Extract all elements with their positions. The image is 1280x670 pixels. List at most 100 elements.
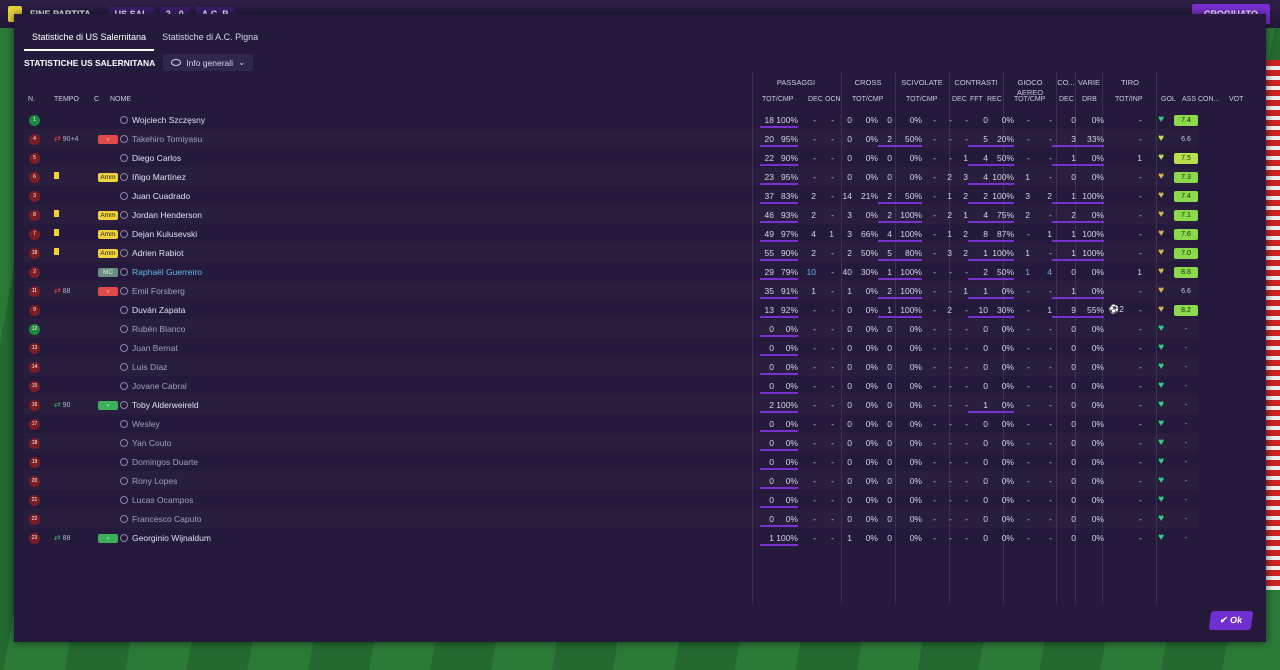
player-name[interactable]: Domingos Duarte	[132, 457, 198, 467]
player-name[interactable]: Dejan Kulusevski	[132, 229, 197, 239]
yellow-card-icon	[54, 210, 59, 217]
player-name[interactable]: Francesco Caputo	[132, 514, 201, 524]
shots-pct: 0%	[1091, 494, 1104, 505]
player-name[interactable]: Emil Forsberg	[132, 286, 185, 296]
table-row[interactable]: 13 Juan Bernat 0 0% - -0 0% 0 0% - - -0 0% - -0 0% - ♥ -	[24, 338, 1198, 357]
player-name[interactable]: Duván Zapata	[132, 305, 185, 315]
table-row[interactable]: 8 Amm Jordan Henderson 46 93% 2-3 0% 2 100% -2 1 4…	[24, 205, 1198, 224]
table-row[interactable]: 12 Rubén Blanco 0 0% - -0 0% 0 0% - - -0 0% - -0 0% - ♥ -	[24, 319, 1198, 338]
table-row[interactable]: 4 ⇄ 90+4 ‹ Takehiro Tomiyasu 20 95% - -0 0% 2 50% -…	[24, 129, 1198, 148]
player-name[interactable]: Raphaël Guerreiro	[132, 267, 202, 277]
goals: ⚽2	[1108, 304, 1124, 314]
cross-pct: 0%	[865, 133, 878, 144]
col-n[interactable]: N.	[28, 96, 35, 106]
table-row[interactable]: 7 Amm Dejan Kulusevski 49 97% 4 1 3 66% 4 100% -1 2…	[24, 224, 1198, 243]
minute: 90+4	[62, 136, 79, 143]
player-name[interactable]: Georginio Wijnaldum	[132, 533, 211, 543]
player-name[interactable]: Rony Lopes	[132, 476, 177, 486]
table-row[interactable]: 23 ⇄ 88 › Georginio Wijnaldum 1 100% - -1 0% 0 0% -…	[24, 528, 1198, 547]
player-name[interactable]: Toby Alderweireld	[132, 400, 199, 410]
match-rating: -	[1184, 363, 1188, 371]
aerial-pct: 0%	[1001, 475, 1014, 486]
col-ass[interactable]: ASS	[1182, 96, 1196, 106]
passes-pct: 0%	[785, 418, 798, 429]
passes-pct: 90%	[780, 247, 798, 258]
player-name[interactable]: Juan Bernat	[132, 343, 178, 353]
tackles-pct: 100%	[900, 304, 922, 315]
table-row[interactable]: 1 Wojciech Szczęsny 18 100% - -0 0% 0 0% - - -0 0% - -…	[24, 110, 1198, 129]
table-row[interactable]: 17 Wesley 0 0% - -0 0% 0 0% - - -0 0% - -0 0% - ♥ -	[24, 414, 1198, 433]
player-name[interactable]: Wojciech Szczęsny	[132, 115, 205, 125]
player-name[interactable]: Adrien Rabiot	[132, 248, 184, 258]
col-var-drb[interactable]: DRB	[1082, 96, 1097, 106]
table-row[interactable]: 20 Rony Lopes 0 0% - -0 0% 0 0% - - -0 0% - -0 0% - ♥ -	[24, 471, 1198, 490]
table-row[interactable]: 16 ⇄ 90 › Toby Alderweireld 2 100% - -0 0% 0 0% - - -…	[24, 395, 1198, 414]
substitution-icon: ⇄	[54, 286, 61, 295]
cross-total: 14	[842, 190, 852, 201]
player-name[interactable]: Takehiro Tomiyasu	[132, 134, 202, 144]
aerial-pct: 50%	[996, 266, 1014, 277]
aerial-pct: 0%	[1001, 323, 1014, 334]
player-name[interactable]: Rubén Blanco	[132, 324, 185, 334]
cross-pct: 0%	[865, 437, 878, 448]
table-row[interactable]: 22 Francesco Caputo 0 0% - -0 0% 0 0% - - -0 0% - -0 0%…	[24, 509, 1198, 528]
table-row[interactable]: 2 MC Raphaël Guerreiro 29 79% 10-40 30% 1 100% - -…	[24, 262, 1198, 281]
player-name[interactable]: Lucas Ocampos	[132, 495, 193, 505]
player-name[interactable]: Diego Carlos	[132, 153, 181, 163]
ok-label: Ok	[1229, 615, 1243, 625]
col-cross-tot[interactable]: TOT/CMP	[852, 96, 883, 106]
table-row[interactable]: 15 Jovane Cabral 0 0% - -0 0% 0 0% - - -0 0% - -0 0% - ♥ -	[24, 376, 1198, 395]
player-name[interactable]: Wesley	[132, 419, 160, 429]
table-row[interactable]: 19 Domingos Duarte 0 0% - -0 0% 0 0% - - -0 0% - -0 0% -…	[24, 452, 1198, 471]
player-name[interactable]: Jovane Cabral	[132, 381, 187, 391]
player-name[interactable]: Yan Couto	[132, 438, 172, 448]
col-sciv-tot[interactable]: TOT/CMP	[906, 96, 937, 106]
match-rating: 6.6	[1181, 287, 1191, 295]
tackles-pct: 100%	[900, 209, 922, 220]
col-con-dec[interactable]: DEC	[952, 96, 967, 106]
table-row[interactable]: 3 Juan Cuadrado 37 83% 2-14 21% 2 50% -1 2 2 100% 3 2…	[24, 186, 1198, 205]
player-name[interactable]: Juan Cuadrado	[132, 191, 190, 201]
col-con-fft[interactable]: FFT	[970, 96, 983, 106]
col-co-dec[interactable]: DEC	[1059, 96, 1074, 106]
match-rating: 7.0	[1174, 247, 1198, 259]
col-tempo[interactable]: TEMPO	[54, 96, 79, 106]
col-gol[interactable]: GOL	[1161, 96, 1176, 106]
match-rating: 7.6	[1174, 228, 1198, 240]
ok-button[interactable]: ✔ Ok	[1208, 611, 1254, 630]
shots-pct: 0%	[1091, 456, 1104, 467]
table-row[interactable]: 11 ⇄ 88 ‹ Emil Forsberg 35 91% 1-1 0% 2 100% - -1 1 0…	[24, 281, 1198, 300]
shirt-number-badge: 8	[29, 209, 40, 221]
col-con-rec[interactable]: REC	[987, 96, 1002, 106]
passes-total: 49	[764, 228, 774, 239]
minute: 88	[62, 288, 71, 295]
table-row[interactable]: 21 Lucas Ocampos 0 0% - -0 0% 0 0% - - -0 0% - -0 0% - ♥ -	[24, 490, 1198, 509]
col-con[interactable]: CON...	[1198, 96, 1219, 106]
table-row[interactable]: 6 Amm Iñigo Martínez 23 95% - -0 0% 0 0% -2 3 4 100%…	[24, 167, 1198, 186]
player-name[interactable]: Luis Díaz	[132, 362, 167, 372]
col-nome[interactable]: NOME	[110, 96, 131, 106]
col-vot[interactable]: VOT	[1229, 96, 1243, 106]
shots-pct: 0%	[1091, 437, 1104, 448]
col-pass-tot[interactable]: TOT/CMP	[762, 96, 793, 106]
view-dropdown[interactable]: Info generali ⌄	[163, 54, 254, 71]
player-name[interactable]: Iñigo Martínez	[132, 172, 186, 182]
player-icon	[120, 211, 128, 220]
table-row[interactable]: 18 Yan Couto 0 0% - -0 0% 0 0% - - -0 0% - -0 0% - ♥ -	[24, 433, 1198, 452]
tab-home-stats[interactable]: Statistiche di US Salernitana	[24, 26, 155, 51]
tab-away-stats[interactable]: Statistiche di A.C. Pigna	[154, 26, 266, 51]
player-name[interactable]: Jordan Henderson	[132, 210, 202, 220]
tackles-pct: 100%	[900, 266, 922, 277]
match-rating: -	[1184, 420, 1188, 428]
table-row[interactable]: 9 Duván Zapata 13 92% - -0 0% 1 100% -2-10 30% -1 9 5…	[24, 300, 1198, 319]
col-c[interactable]: C	[94, 96, 99, 106]
col-pass-dec[interactable]: DEC	[808, 96, 823, 106]
group-gioco-aereo: GIOCO AEREO	[1016, 78, 1044, 97]
col-tiro-tot[interactable]: TOT/INP	[1115, 96, 1142, 106]
col-aer-tot[interactable]: TOT/CMP	[1014, 96, 1045, 106]
table-row[interactable]: 18 Amm Adrien Rabiot 55 90% 2-2 50% 5 80% -3 2 1 10…	[24, 243, 1198, 262]
table-row[interactable]: 5 Diego Carlos 22 90% - -0 0% 0 0% - -1 4 50% - -1 0% 1 ♥…	[24, 148, 1198, 167]
player-icon	[120, 344, 128, 353]
col-pass-ocn[interactable]: OCN	[825, 96, 841, 106]
table-row[interactable]: 14 Luis Díaz 0 0% - -0 0% 0 0% - - -0 0% - -0 0% - ♥ -	[24, 357, 1198, 376]
